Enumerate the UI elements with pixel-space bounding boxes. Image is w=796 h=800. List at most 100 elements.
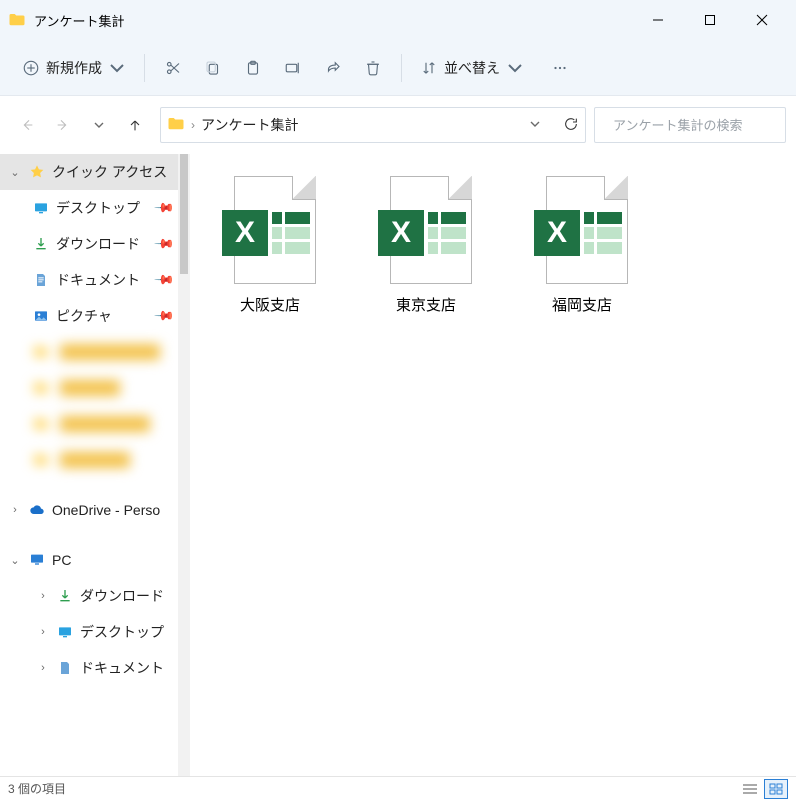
share-icon [324, 59, 342, 77]
excel-file-icon: X [220, 176, 320, 284]
folder-icon [8, 11, 26, 29]
sidebar-item-redacted[interactable] [0, 442, 178, 478]
refresh-icon [563, 116, 579, 132]
up-button[interactable] [118, 108, 152, 142]
sidebar-item-label: PC [52, 552, 71, 568]
list-icon [743, 783, 757, 795]
more-button[interactable] [542, 50, 578, 86]
copy-button[interactable] [195, 50, 231, 86]
search-box[interactable] [594, 107, 786, 143]
sidebar-item-pc-documents[interactable]: › ドキュメント [0, 650, 178, 686]
minimize-button[interactable] [632, 0, 684, 40]
pin-icon: 📌 [153, 233, 176, 256]
file-label: 福岡支店 [552, 294, 612, 315]
folder-icon [32, 415, 50, 433]
sidebar-item-redacted[interactable] [0, 406, 178, 442]
sidebar: ⌄ クイック アクセス デスクトップ 📌 ダウンロード 📌 ドキュメント 📌 ピ… [0, 154, 178, 776]
chevron-right-icon: › [36, 590, 50, 602]
file-item[interactable]: X 福岡支店 [520, 170, 644, 315]
back-button[interactable] [10, 108, 44, 142]
sidebar-item-label: OneDrive - Perso [52, 502, 160, 518]
plus-circle-icon [22, 59, 40, 77]
sidebar-scrollbar[interactable] [178, 154, 190, 776]
star-icon [28, 163, 46, 181]
close-button[interactable] [736, 0, 788, 40]
file-label: 大阪支店 [240, 294, 300, 315]
paste-button[interactable] [235, 50, 271, 86]
view-details-button[interactable] [738, 779, 762, 799]
chevron-down-icon [93, 119, 105, 131]
folder-icon [167, 115, 185, 136]
breadcrumb-current[interactable]: アンケート集計 [201, 115, 298, 135]
title-bar: アンケート集計 [0, 0, 796, 40]
monitor-icon [28, 551, 46, 569]
status-item-count: 3 個の項目 [8, 780, 66, 797]
new-button[interactable]: 新規作成 [14, 50, 134, 86]
sidebar-item-onedrive[interactable]: › OneDrive - Perso [0, 492, 178, 528]
desktop-icon [32, 199, 50, 217]
sidebar-item-label: クイック アクセス [52, 162, 167, 182]
sort-label: 並べ替え [444, 58, 500, 78]
refresh-button[interactable] [563, 116, 579, 135]
file-item[interactable]: X 大阪支店 [208, 170, 332, 315]
cut-button[interactable] [155, 50, 191, 86]
sidebar-item-desktop[interactable]: デスクトップ 📌 [0, 190, 178, 226]
forward-button[interactable] [46, 108, 80, 142]
sidebar-item-label: ダウンロード [80, 586, 164, 606]
clipboard-icon [244, 59, 262, 77]
sidebar-item-pc[interactable]: ⌄ PC [0, 542, 178, 578]
window-title: アンケート集計 [34, 11, 124, 30]
folder-icon [32, 343, 50, 361]
chevron-right-icon: › [8, 504, 22, 516]
file-label: 東京支店 [396, 294, 456, 315]
address-bar[interactable]: › アンケート集計 [160, 107, 586, 143]
arrow-left-icon [19, 117, 35, 133]
sidebar-item-label: デスクトップ [80, 622, 164, 642]
arrow-right-icon [55, 117, 71, 133]
chevron-down-icon: ⌄ [8, 554, 22, 567]
sidebar-item-label: デスクトップ [56, 198, 140, 218]
copy-icon [204, 59, 222, 77]
document-icon [56, 659, 74, 677]
status-bar: 3 個の項目 [0, 776, 796, 800]
delete-button[interactable] [355, 50, 391, 86]
sidebar-item-label: ドキュメント [56, 270, 140, 290]
history-dropdown[interactable] [529, 118, 541, 133]
file-list: X 大阪支店 X 東京支店 X 福岡支店 [190, 154, 796, 776]
sidebar-item-redacted[interactable] [0, 370, 178, 406]
sidebar-item-label: ドキュメント [80, 658, 164, 678]
chevron-down-icon [506, 59, 524, 77]
sidebar-quick-access[interactable]: ⌄ クイック アクセス [0, 154, 178, 190]
chevron-right-icon: › [36, 626, 50, 638]
folder-icon [32, 379, 50, 397]
divider [401, 54, 402, 82]
sort-button[interactable]: 並べ替え [412, 50, 532, 86]
scrollbar-thumb[interactable] [180, 154, 188, 274]
toolbar: 新規作成 並べ替え [0, 40, 796, 96]
file-item[interactable]: X 東京支店 [364, 170, 488, 315]
share-button[interactable] [315, 50, 351, 86]
scissors-icon [164, 59, 182, 77]
document-icon [32, 271, 50, 289]
sidebar-item-redacted[interactable] [0, 334, 178, 370]
desktop-icon [56, 623, 74, 641]
sort-icon [420, 59, 438, 77]
sidebar-item-pictures[interactable]: ピクチャ 📌 [0, 298, 178, 334]
view-icons-button[interactable] [764, 779, 788, 799]
chevron-down-icon [529, 118, 541, 130]
download-icon [32, 235, 50, 253]
rename-icon [284, 59, 302, 77]
sidebar-item-documents[interactable]: ドキュメント 📌 [0, 262, 178, 298]
sidebar-item-pc-desktop[interactable]: › デスクトップ [0, 614, 178, 650]
pin-icon: 📌 [153, 269, 176, 292]
trash-icon [364, 59, 382, 77]
new-label: 新規作成 [46, 58, 102, 78]
sidebar-item-pc-downloads[interactable]: › ダウンロード [0, 578, 178, 614]
sidebar-item-downloads[interactable]: ダウンロード 📌 [0, 226, 178, 262]
sidebar-item-label: ダウンロード [56, 234, 140, 254]
search-input[interactable] [613, 118, 789, 133]
maximize-button[interactable] [684, 0, 736, 40]
recent-button[interactable] [82, 108, 116, 142]
pin-icon: 📌 [153, 305, 176, 328]
rename-button[interactable] [275, 50, 311, 86]
